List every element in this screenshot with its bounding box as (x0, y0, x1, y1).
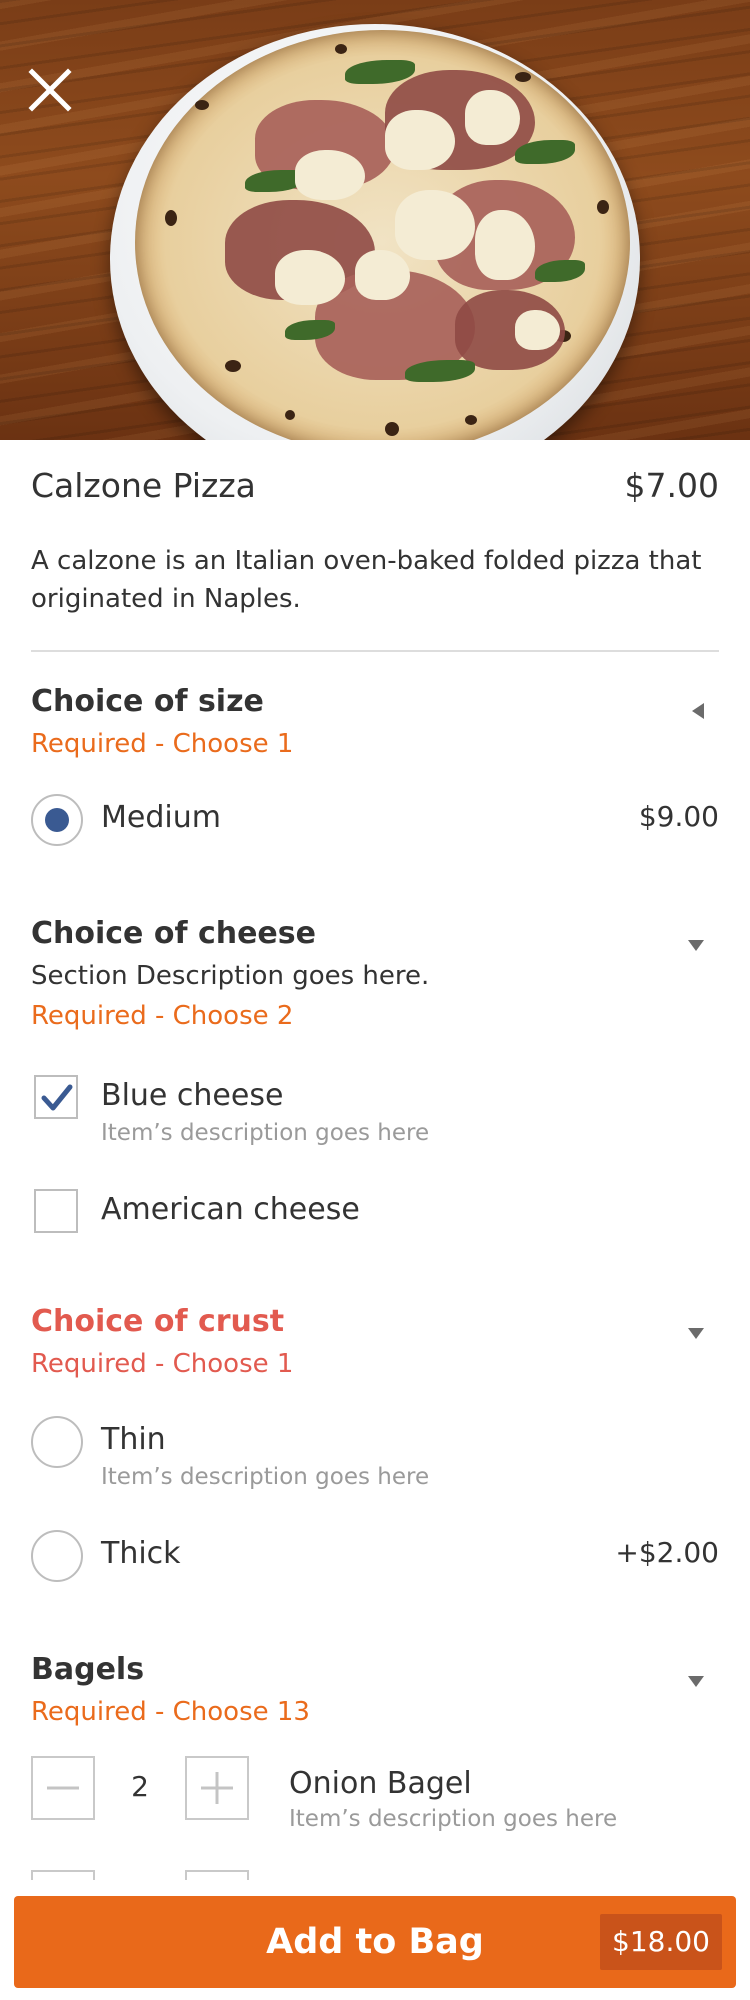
chevron-down-icon (688, 1328, 704, 1339)
radio-button[interactable] (31, 1530, 83, 1582)
item-hero-image (0, 0, 750, 440)
option-medium[interactable]: Medium $9.00 (31, 794, 719, 850)
checkmark-icon (41, 1084, 73, 1111)
option-description: Item’s description goes here (101, 1120, 430, 1146)
option-price: $9.00 (638, 800, 719, 833)
section-requirement: Required - Choose 1 (31, 729, 294, 759)
pizza-image (135, 30, 630, 440)
close-button[interactable] (24, 64, 76, 116)
chevron-down-icon (688, 1676, 704, 1687)
section-crust-header[interactable]: Choice of crust Required - Choose 1 (31, 1304, 719, 1379)
section-size-header[interactable]: Choice of size Required - Choose 1 (31, 684, 719, 759)
section-title: Choice of crust (31, 1304, 285, 1339)
quantity-value: 2 (131, 1770, 149, 1803)
item-title: Calzone Pizza (31, 466, 256, 505)
item-price: $7.00 (624, 466, 719, 505)
total-price-badge: $18.00 (600, 1914, 722, 1970)
section-cheese-header[interactable]: Choice of cheese Section Description goe… (31, 916, 719, 1031)
option-thick[interactable]: Thick +$2.00 (31, 1530, 719, 1586)
close-icon (28, 68, 72, 112)
option-blue-cheese[interactable]: Blue cheese Item’s description goes here (31, 1072, 719, 1152)
section-description: Section Description goes here. (31, 961, 430, 991)
radio-button[interactable] (31, 794, 83, 846)
section-bagels-header[interactable]: Bagels Required - Choose 13 (31, 1652, 719, 1727)
option-label: Blue cheese (101, 1078, 284, 1113)
radio-button[interactable] (31, 1416, 83, 1468)
section-requirement: Required - Choose 2 (31, 1001, 294, 1031)
option-label: Thin (101, 1422, 166, 1457)
checkbox[interactable] (34, 1189, 78, 1233)
section-requirement: Required - Choose 13 (31, 1697, 310, 1727)
option-onion-bagel: 2 Onion Bagel Item’s description goes he… (31, 1756, 719, 1846)
chevron-down-icon (688, 940, 704, 951)
decrement-button[interactable] (31, 1756, 95, 1820)
chevron-left-icon (692, 703, 704, 719)
section-title: Choice of size (31, 684, 264, 719)
option-thin[interactable]: Thin Item’s description goes here (31, 1416, 719, 1496)
option-label: Onion Bagel (289, 1766, 472, 1801)
option-description: Item’s description goes here (101, 1464, 430, 1490)
option-price: +$2.00 (615, 1536, 719, 1569)
option-description: Item’s description goes here (289, 1806, 618, 1832)
divider (31, 650, 719, 652)
item-details: Calzone Pizza $7.00 A calzone is an Ital… (0, 440, 750, 1900)
option-label: Thick (101, 1536, 181, 1571)
option-american-cheese[interactable]: American cheese (31, 1186, 719, 1242)
item-header: Calzone Pizza $7.00 (31, 466, 719, 505)
increment-button[interactable] (185, 1756, 249, 1820)
bottom-bar: Add to Bag $18.00 (0, 1880, 750, 2000)
item-description: A calzone is an Italian oven-baked folde… (31, 546, 702, 614)
add-to-bag-button[interactable]: Add to Bag $18.00 (14, 1896, 736, 1988)
checkbox[interactable] (34, 1075, 78, 1119)
option-label: Medium (101, 800, 221, 835)
plus-icon (201, 1772, 233, 1804)
option-label: American cheese (101, 1192, 360, 1227)
section-requirement: Required - Choose 1 (31, 1349, 294, 1379)
section-title: Choice of cheese (31, 916, 316, 951)
section-title: Bagels (31, 1652, 145, 1687)
minus-icon (47, 1786, 79, 1790)
